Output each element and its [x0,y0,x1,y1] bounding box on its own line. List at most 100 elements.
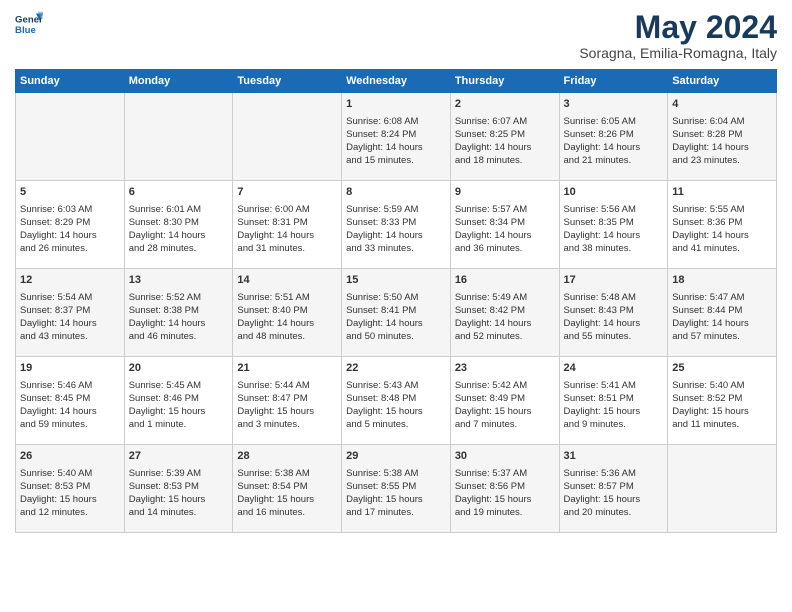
day-info: and 33 minutes. [346,242,446,255]
day-number: 17 [564,273,664,288]
day-number: 4 [672,97,772,112]
calendar-cell [233,93,342,181]
day-info: Daylight: 15 hours [346,493,446,506]
day-info: Daylight: 14 hours [129,317,229,330]
day-info: Sunrise: 5:55 AM [672,203,772,216]
day-info: Sunrise: 5:59 AM [346,203,446,216]
calendar-cell: 19Sunrise: 5:46 AMSunset: 8:45 PMDayligh… [16,357,125,445]
day-number: 3 [564,97,664,112]
day-info: Sunset: 8:57 PM [564,480,664,493]
day-info: and 52 minutes. [455,330,555,343]
day-info: and 57 minutes. [672,330,772,343]
calendar-page: General Blue May 2024 Soragna, Emilia-Ro… [0,0,792,612]
day-info: and 43 minutes. [20,330,120,343]
day-info: Daylight: 14 hours [672,141,772,154]
day-number: 14 [237,273,337,288]
day-info: and 19 minutes. [455,506,555,519]
day-info: Sunrise: 6:01 AM [129,203,229,216]
day-info: Daylight: 15 hours [20,493,120,506]
day-info: Daylight: 15 hours [129,405,229,418]
day-info: Sunset: 8:37 PM [20,304,120,317]
day-info: Sunrise: 5:38 AM [237,467,337,480]
day-info: and 7 minutes. [455,418,555,431]
day-info: Sunset: 8:33 PM [346,216,446,229]
calendar-cell: 14Sunrise: 5:51 AMSunset: 8:40 PMDayligh… [233,269,342,357]
day-info: Daylight: 14 hours [672,229,772,242]
day-info: and 18 minutes. [455,154,555,167]
day-info: Sunrise: 5:48 AM [564,291,664,304]
day-info: Sunset: 8:53 PM [129,480,229,493]
day-info: Sunset: 8:56 PM [455,480,555,493]
col-header-monday: Monday [124,70,233,93]
day-number: 2 [455,97,555,112]
calendar-cell: 26Sunrise: 5:40 AMSunset: 8:53 PMDayligh… [16,445,125,533]
day-info: Sunset: 8:47 PM [237,392,337,405]
calendar-cell: 17 Sunrise: 5:48 AMSunset: 8:43 PMDayligh… [559,269,668,357]
day-info: Sunrise: 5:45 AM [129,379,229,392]
day-info: Sunset: 8:45 PM [20,392,120,405]
calendar-week-row: 5Sunrise: 6:03 AMSunset: 8:29 PMDaylight… [16,181,777,269]
col-header-saturday: Saturday [668,70,777,93]
day-info: Daylight: 14 hours [455,141,555,154]
day-number: 16 [455,273,555,288]
day-info: Daylight: 14 hours [455,317,555,330]
day-number: 12 [20,273,120,288]
day-info: Daylight: 15 hours [346,405,446,418]
day-info: Sunrise: 6:07 AM [455,115,555,128]
day-number: 20 [129,361,229,376]
day-info: Sunrise: 5:40 AM [20,467,120,480]
day-info: and 21 minutes. [564,154,664,167]
day-info: Sunrise: 5:57 AM [455,203,555,216]
calendar-cell [16,93,125,181]
calendar-cell: 27Sunrise: 5:39 AMSunset: 8:53 PMDayligh… [124,445,233,533]
col-header-tuesday: Tuesday [233,70,342,93]
day-info: Sunset: 8:35 PM [564,216,664,229]
calendar-cell: 10Sunrise: 5:56 AMSunset: 8:35 PMDayligh… [559,181,668,269]
day-info: Daylight: 14 hours [564,317,664,330]
calendar-cell: 7Sunrise: 6:00 AMSunset: 8:31 PMDaylight… [233,181,342,269]
day-info: and 11 minutes. [672,418,772,431]
day-info: Sunrise: 5:47 AM [672,291,772,304]
day-info: Sunset: 8:52 PM [672,392,772,405]
day-info: and 14 minutes. [129,506,229,519]
day-info: Daylight: 15 hours [564,493,664,506]
day-info: Sunset: 8:43 PM [564,304,664,317]
calendar-cell: 31Sunrise: 5:36 AMSunset: 8:57 PMDayligh… [559,445,668,533]
day-info: and 16 minutes. [237,506,337,519]
day-info: Sunset: 8:44 PM [672,304,772,317]
day-number: 10 [564,185,664,200]
day-info: Daylight: 14 hours [20,405,120,418]
day-info: Daylight: 14 hours [346,317,446,330]
calendar-header-row: SundayMondayTuesdayWednesdayThursdayFrid… [16,70,777,93]
day-info: Daylight: 14 hours [564,141,664,154]
day-info: Daylight: 14 hours [20,317,120,330]
col-header-sunday: Sunday [16,70,125,93]
calendar-cell: 18Sunrise: 5:47 AMSunset: 8:44 PMDayligh… [668,269,777,357]
calendar-week-row: 1Sunrise: 6:08 AMSunset: 8:24 PMDaylight… [16,93,777,181]
day-number: 23 [455,361,555,376]
day-info: and 5 minutes. [346,418,446,431]
calendar-cell: 25Sunrise: 5:40 AMSunset: 8:52 PMDayligh… [668,357,777,445]
day-number: 29 [346,449,446,464]
day-info: Daylight: 14 hours [129,229,229,242]
day-info: and 20 minutes. [564,506,664,519]
calendar-cell: 29Sunrise: 5:38 AMSunset: 8:55 PMDayligh… [342,445,451,533]
day-info: Daylight: 15 hours [129,493,229,506]
col-header-thursday: Thursday [450,70,559,93]
calendar-cell [124,93,233,181]
svg-text:Blue: Blue [15,25,36,36]
day-info: Sunset: 8:31 PM [237,216,337,229]
day-number: 24 [564,361,664,376]
col-header-wednesday: Wednesday [342,70,451,93]
day-number: 30 [455,449,555,464]
calendar-cell [668,445,777,533]
day-info: Sunrise: 5:40 AM [672,379,772,392]
day-info: Sunrise: 5:41 AM [564,379,664,392]
day-info: and 31 minutes. [237,242,337,255]
day-info: Sunset: 8:38 PM [129,304,229,317]
day-info: Sunrise: 5:46 AM [20,379,120,392]
calendar-cell: 8Sunrise: 5:59 AMSunset: 8:33 PMDaylight… [342,181,451,269]
day-info: Sunrise: 5:39 AM [129,467,229,480]
day-info: Daylight: 15 hours [237,405,337,418]
day-number: 5 [20,185,120,200]
